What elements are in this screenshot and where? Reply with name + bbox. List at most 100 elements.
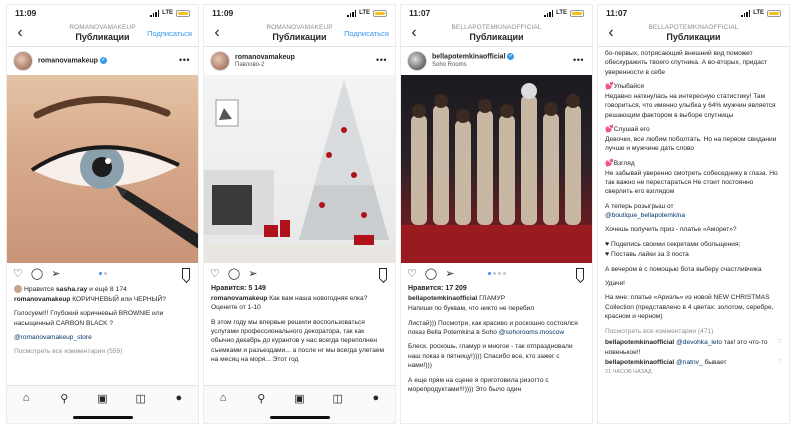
timestamp: 21 ЧАСОВ НАЗАД — [605, 368, 652, 375]
comment-username[interactable]: bellapotemkinaofficial — [605, 359, 674, 366]
network-label: LTE — [162, 10, 173, 16]
caption-username[interactable]: romanovamakeup — [14, 296, 70, 303]
caption-line: Удачи! — [605, 280, 625, 288]
search-icon[interactable]: ⚲ — [252, 392, 270, 405]
comment-mention[interactable]: @natnv_ — [676, 359, 703, 366]
paper-plane-icon[interactable]: ➢ — [248, 268, 257, 280]
navbar: ‹ BELLAPOTEMKINAOFFICIAL Публикации — [598, 21, 789, 47]
christmas-tree-image — [204, 80, 395, 263]
signal-icon — [741, 9, 751, 17]
view-comments-link[interactable]: Посмотреть все комментарии (559) — [14, 347, 191, 356]
caption-body: В этом году мы впервые решили воспользов… — [211, 318, 385, 364]
status-bar: 11:07 LTE — [598, 5, 789, 21]
caption-link[interactable]: @boutique_bellapotemkina — [605, 212, 685, 219]
liker-username[interactable]: sasha.ray — [56, 286, 87, 293]
comment-row: bellapotemkinaofficial @devohka_leto так… — [605, 338, 782, 358]
network-label: LTE — [753, 10, 764, 16]
comment-mention[interactable]: @devohka_leto — [676, 339, 722, 346]
status-time: 11:07 — [409, 8, 431, 18]
post-username[interactable]: bellapotemkinaofficial — [432, 54, 506, 61]
carousel-dots — [487, 272, 506, 275]
liked-by: Нравится sasha.ray и ещё 8 174 — [7, 285, 198, 295]
paper-plane-icon[interactable]: ➢ — [445, 268, 454, 280]
avatar[interactable] — [210, 51, 230, 71]
shop-icon[interactable]: ◫ — [329, 392, 347, 405]
likes-count[interactable]: Нравится: 17 209 — [401, 285, 592, 292]
verified-icon: ✓ — [507, 53, 515, 61]
follow-button[interactable]: Подписаться — [147, 29, 192, 38]
post-photo[interactable] — [204, 75, 395, 263]
view-comments-link[interactable]: Посмотреть все комментарии (471) — [605, 327, 782, 336]
more-dots-icon[interactable]: ••• — [376, 55, 387, 65]
liker-avatar — [14, 285, 22, 294]
home-indicator — [72, 416, 133, 419]
heart-icon[interactable]: ♡ — [407, 268, 417, 280]
caption-line: А вечером в с помощью бота выберу счастл… — [605, 265, 762, 273]
post-location[interactable]: Soho Rooms — [432, 62, 514, 69]
search-icon[interactable]: ⚲ — [55, 392, 73, 405]
nav-username: BELLAPOTEMKINAOFFICIAL — [648, 24, 739, 31]
battery-icon — [767, 9, 781, 17]
likes-count[interactable]: Нравится: 5 149 — [204, 285, 395, 292]
comment-username[interactable]: bellapotemkinaofficial — [605, 339, 674, 346]
navbar: ‹ ROMANOVAMAKEUP Публикации Подписаться — [204, 21, 395, 47]
post-photo[interactable] — [401, 75, 592, 263]
home-icon[interactable]: ⌂ — [17, 392, 35, 404]
heart-icon[interactable]: ♡ — [777, 358, 782, 368]
status-time: 11:09 — [212, 8, 234, 18]
caption-line: Напиши по буквам, что никто не перебил — [408, 305, 535, 313]
tab-bar: ⌂ ⚲ ▣ ◫ ● — [7, 385, 198, 423]
hearts-icon: 💕 — [605, 83, 614, 91]
paper-plane-icon[interactable]: ➢ — [51, 268, 60, 280]
hearts-icon: 💕 — [605, 126, 614, 134]
status-bar: 11:09 LTE — [7, 5, 198, 21]
comment-icon[interactable]: ◯ — [31, 268, 43, 280]
heart-icon[interactable]: ♡ — [210, 268, 220, 280]
post-username[interactable]: romanovamakeup — [38, 57, 98, 64]
nav-username: BELLAPOTEMKINAOFFICIAL — [451, 24, 542, 31]
caption-link[interactable]: @sohorooms.moscow — [499, 329, 564, 336]
post-actions: ♡ ◯ ➢ — [7, 263, 198, 285]
caption-line: Хочешь получить приз - платье «Аморет»? — [605, 226, 737, 234]
status-bar: 11:09 LTE — [204, 5, 395, 21]
battery-icon — [176, 9, 190, 17]
more-dots-icon[interactable]: ••• — [179, 55, 190, 65]
post-location[interactable]: Павлово-2 — [235, 62, 295, 69]
bookmark-icon[interactable] — [576, 268, 584, 279]
phone-screen-4: 11:07 LTE ‹ BELLAPOTEMKINAOFFICIAL Публи… — [597, 4, 790, 424]
status-time: 11:09 — [15, 8, 37, 18]
signal-icon — [544, 9, 554, 17]
comment-icon[interactable]: ◯ — [425, 268, 437, 280]
profile-avatar-icon[interactable]: ● — [170, 392, 188, 404]
bookmark-icon[interactable] — [379, 268, 387, 279]
navbar: ‹ BELLAPOTEMKINAOFFICIAL Публикации — [401, 21, 592, 47]
caption-body: Голосуем!!! Глубокий коричневый BROWNIE … — [14, 310, 164, 327]
reels-icon[interactable]: ▣ — [93, 392, 111, 405]
caption-username[interactable]: romanovamakeup — [211, 295, 267, 302]
reels-icon[interactable]: ▣ — [290, 392, 308, 405]
signal-icon — [347, 9, 357, 17]
more-dots-icon[interactable]: ••• — [573, 55, 584, 65]
caption: romanovamakeup Как вам наша новогодняя е… — [204, 294, 395, 365]
post-header: romanovamakeup ✓ ••• — [7, 47, 198, 75]
shop-icon[interactable]: ◫ — [132, 392, 150, 405]
home-icon[interactable]: ⌂ — [214, 392, 232, 404]
avatar[interactable] — [13, 51, 33, 71]
heart-icon[interactable]: ♡ — [777, 338, 782, 358]
caption-username[interactable]: bellapotemkinaofficial — [408, 295, 477, 302]
caption-link[interactable]: @romanovamakeup_store — [14, 333, 191, 342]
bookmark-icon[interactable] — [182, 268, 190, 279]
battery-icon — [570, 9, 584, 17]
network-label: LTE — [359, 10, 370, 16]
follow-button[interactable]: Подписаться — [344, 29, 389, 38]
caption-line: На мне: платье «Ариэль» из новой NEW CHR… — [605, 294, 774, 321]
caption-line: А еще прям на сцене я приготовила ризотт… — [408, 376, 549, 393]
comment-icon[interactable]: ◯ — [228, 268, 240, 280]
profile-avatar-icon[interactable]: ● — [367, 392, 385, 404]
phone-screen-2: 11:09 LTE ‹ ROMANOVAMAKEUP Публикации По… — [203, 4, 396, 424]
heart-icon[interactable]: ♡ — [13, 268, 23, 280]
status-time: 11:07 — [606, 8, 628, 18]
post-photo[interactable] — [7, 75, 198, 263]
post-username[interactable]: romanovamakeup — [235, 54, 295, 62]
avatar[interactable] — [407, 51, 427, 71]
